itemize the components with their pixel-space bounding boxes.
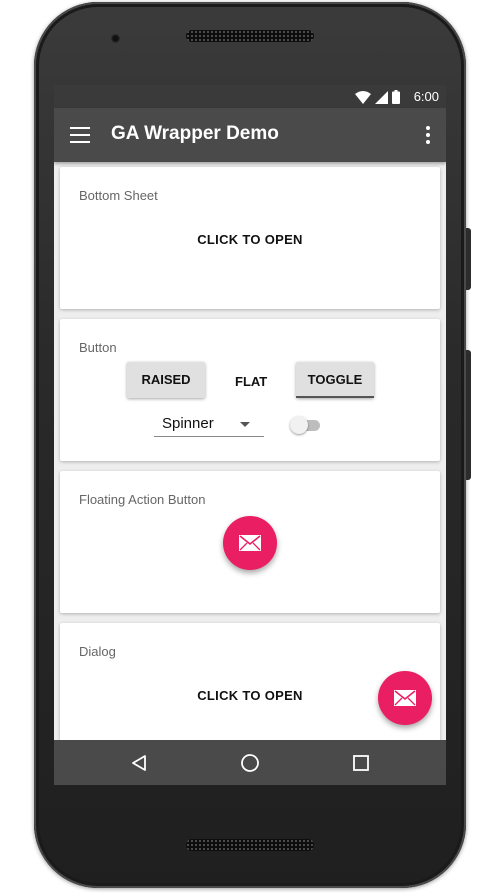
wifi-icon: [355, 90, 371, 104]
home-icon[interactable]: [239, 752, 261, 774]
recents-icon[interactable]: [350, 752, 372, 774]
menu-icon[interactable]: [70, 127, 90, 143]
bottom-speaker: [186, 839, 314, 851]
dropdown-arrow-icon: [240, 422, 250, 427]
bottom-sheet-card: Bottom Sheet CLICK TO OPEN: [60, 167, 440, 309]
spinner-value: Spinner: [162, 415, 214, 432]
card-title: Bottom Sheet: [79, 188, 158, 203]
more-vert-icon[interactable]: [426, 126, 430, 144]
raised-button[interactable]: RAISED: [127, 362, 205, 398]
top-speaker: [186, 30, 314, 42]
status-time: 6:00: [413, 89, 439, 104]
system-nav-bar: [54, 740, 446, 785]
bottom-sheet-open-button[interactable]: CLICK TO OPEN: [60, 232, 440, 247]
email-icon: [239, 535, 261, 551]
toggle-indicator: [296, 396, 374, 398]
power-button: [466, 228, 471, 290]
floating-fab-button[interactable]: [378, 671, 432, 725]
button-card: Button RAISED FLAT TOGGLE Spinner: [60, 319, 440, 461]
front-camera: [111, 34, 120, 43]
email-icon: [394, 690, 416, 706]
fab-card: Floating Action Button: [60, 471, 440, 613]
back-icon[interactable]: [128, 752, 150, 774]
volume-button: [466, 350, 471, 480]
app-title: GA Wrapper Demo: [111, 123, 279, 144]
switch-thumb: [290, 416, 308, 434]
flat-button[interactable]: FLAT: [235, 374, 267, 389]
switch-toggle[interactable]: [290, 416, 322, 434]
signal-icon: [375, 90, 388, 104]
battery-icon: [392, 90, 400, 104]
card-title: Button: [79, 340, 117, 355]
fab-button[interactable]: [223, 516, 277, 570]
toggle-button-label: TOGGLE: [307, 372, 363, 387]
screen: 6:00 GA Wrapper Demo Bottom Sheet CLICK …: [54, 85, 446, 785]
status-bar: 6:00: [54, 85, 446, 108]
toggle-button[interactable]: TOGGLE: [296, 362, 374, 398]
status-icons: [355, 90, 400, 104]
spinner-dropdown[interactable]: Spinner: [154, 414, 264, 437]
card-title: Floating Action Button: [79, 492, 206, 507]
card-title: Dialog: [79, 644, 116, 659]
app-toolbar: GA Wrapper Demo: [54, 108, 446, 162]
